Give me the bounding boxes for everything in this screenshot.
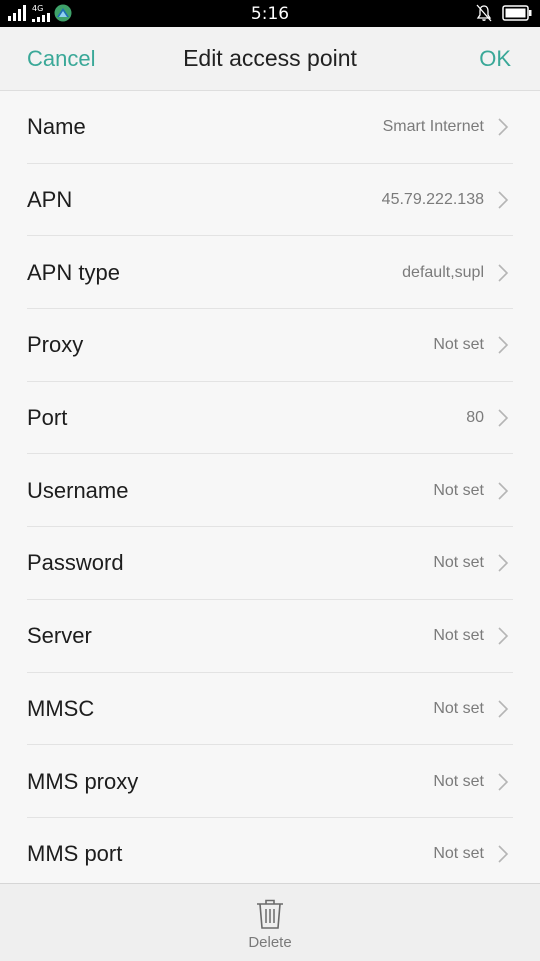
delete-label: Delete: [248, 934, 292, 951]
setting-label: MMSC: [27, 695, 95, 721]
setting-row-username[interactable]: Username Not set: [0, 454, 540, 528]
setting-row-password[interactable]: Password Not set: [0, 527, 540, 600]
setting-label: Server: [27, 623, 92, 649]
chevron-right-icon: [498, 554, 509, 573]
chevron-right-icon: [498, 409, 509, 427]
setting-row-mms-port[interactable]: MMS port Not set: [0, 818, 540, 891]
status-bar: 4G 5:16: [0, 0, 540, 27]
setting-row-proxy[interactable]: Proxy Not set: [0, 309, 540, 382]
page-title: Edit access point: [183, 45, 357, 71]
bottom-action-bar: Delete: [0, 883, 540, 961]
chevron-right-icon: [498, 118, 509, 136]
setting-value: Not set: [433, 481, 484, 499]
setting-value: Smart Internet: [382, 118, 484, 136]
chevron-right-icon: [498, 482, 509, 500]
setting-label: MMS port: [27, 841, 123, 867]
status-bar-right: [476, 4, 532, 22]
setting-value: Not set: [433, 699, 484, 717]
setting-value: Not set: [433, 336, 484, 354]
setting-row-server[interactable]: Server Not set: [0, 600, 540, 673]
setting-row-name[interactable]: Name Smart Internet: [0, 91, 540, 164]
setting-label: MMS proxy: [27, 768, 139, 794]
chevron-right-icon: [498, 772, 509, 791]
setting-label: Username: [27, 477, 129, 503]
setting-value: Not set: [433, 554, 484, 572]
status-time: 5:16: [250, 4, 290, 24]
setting-value: Not set: [433, 627, 484, 645]
chevron-right-icon: [498, 627, 509, 645]
setting-row-mms-proxy[interactable]: MMS proxy Not set: [0, 745, 540, 818]
setting-value: Not set: [433, 845, 484, 863]
setting-value: default,supl: [402, 263, 484, 281]
apn-settings-list: Name Smart Internet APN 45.79.222.138 AP…: [0, 91, 540, 891]
setting-row-apn-type[interactable]: APN type default,supl: [0, 236, 540, 310]
header-bar: Cancel Edit access point OK: [0, 27, 540, 91]
chevron-right-icon: [498, 700, 509, 718]
ok-button[interactable]: OK: [479, 46, 511, 72]
bell-off-icon: [476, 4, 492, 22]
setting-label: Password: [27, 550, 124, 576]
setting-label: APN: [27, 187, 73, 213]
setting-row-apn[interactable]: APN 45.79.222.138: [0, 164, 540, 237]
setting-label: Proxy: [27, 332, 84, 358]
delete-button[interactable]: Delete: [230, 894, 310, 956]
setting-label: Port: [27, 405, 68, 431]
trash-icon: [257, 899, 283, 929]
battery-icon: [502, 5, 532, 21]
chevron-right-icon: [498, 845, 509, 863]
setting-value: 45.79.222.138: [381, 191, 484, 209]
chevron-right-icon: [498, 191, 509, 209]
setting-row-port[interactable]: Port 80: [0, 382, 540, 455]
chevron-right-icon: [498, 336, 509, 354]
setting-row-mmsc[interactable]: MMSC Not set: [0, 673, 540, 746]
chevron-right-icon: [498, 264, 509, 282]
setting-value: 80: [466, 409, 484, 427]
setting-label: Name: [27, 114, 86, 140]
setting-value: Not set: [433, 772, 484, 790]
setting-label: APN type: [27, 259, 120, 285]
